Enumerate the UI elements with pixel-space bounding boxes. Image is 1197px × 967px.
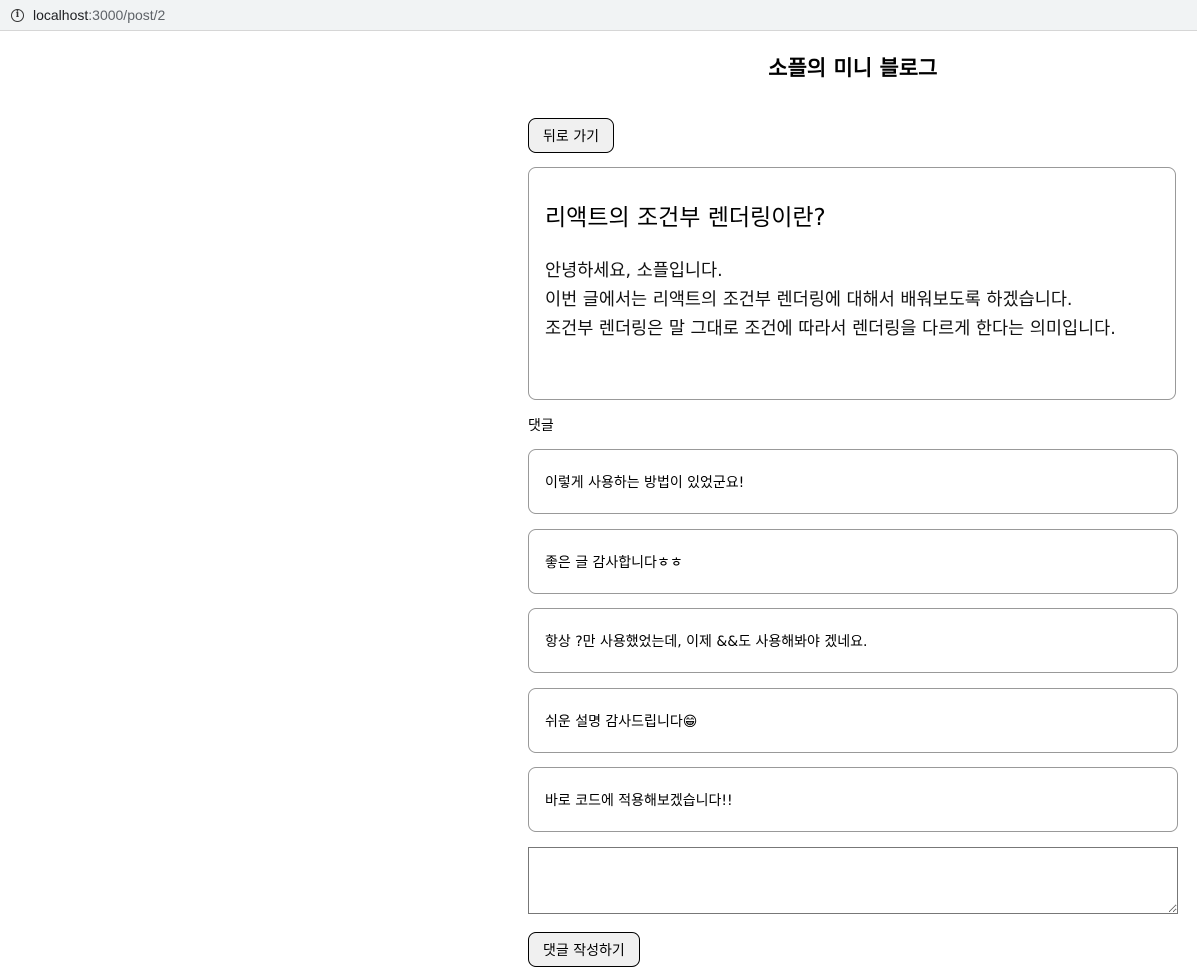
post-content: 안녕하세요, 소플입니다. 이번 글에서는 리액트의 조건부 렌더링에 대해서 … <box>545 261 1116 339</box>
page-title: 소플의 미니 블로그 <box>768 56 938 80</box>
post-card: 리액트의 조건부 렌더링이란? 안녕하세요, 소플입니다. 이번 글에서는 리액… <box>528 167 1176 400</box>
comment-item[interactable]: 쉬운 설명 감사드립니다😁 <box>528 688 1178 753</box>
comment-item[interactable]: 좋은 글 감사합니다ㅎㅎ <box>528 529 1178 594</box>
comment-item[interactable]: 이렇게 사용하는 방법이 있었군요! <box>528 449 1178 514</box>
comment-item[interactable]: 바로 코드에 적용해보겠습니다!! <box>528 767 1178 832</box>
back-button[interactable]: 뒤로 가기 <box>528 118 614 153</box>
comment-item[interactable]: 항상 ?만 사용했었는데, 이제 &&도 사용해봐야 겠네요. <box>528 608 1178 673</box>
post-title: 리액트의 조건부 렌더링이란? <box>545 205 826 231</box>
comment-input[interactable] <box>528 847 1178 914</box>
url-path: :3000/post/2 <box>88 7 166 23</box>
url-host: localhost <box>33 7 89 23</box>
info-icon[interactable]: i <box>11 8 24 22</box>
submit-comment-button[interactable]: 댓글 작성하기 <box>528 932 640 967</box>
comments-label: 댓글 <box>528 418 554 434</box>
url-text[interactable]: localhost:3000/post/2 <box>33 7 165 23</box>
address-bar[interactable]: i localhost:3000/post/2 <box>0 0 1197 31</box>
